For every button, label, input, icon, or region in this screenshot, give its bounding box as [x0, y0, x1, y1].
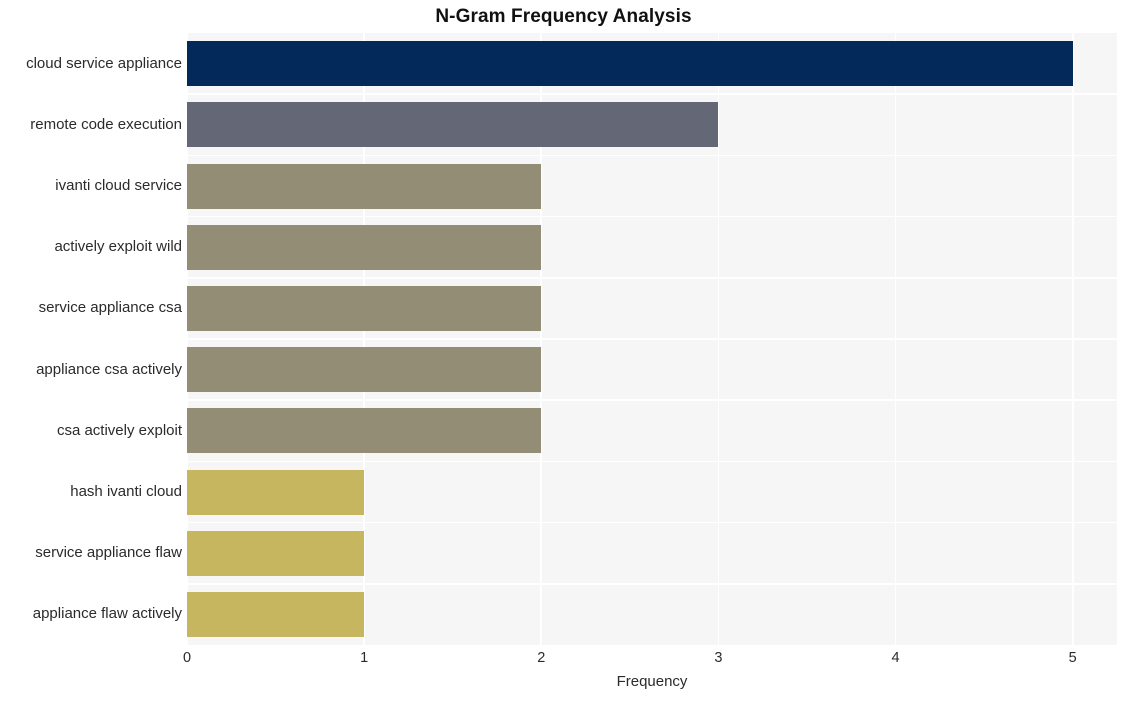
horizontal-gridline: [187, 215, 1117, 218]
y-axis-tick-label: remote code execution: [30, 115, 182, 133]
bar[interactable]: [187, 469, 365, 515]
horizontal-gridline: [187, 338, 1117, 340]
horizontal-gridline: [187, 154, 1117, 157]
horizontal-gridline: [187, 521, 1117, 524]
bar[interactable]: [187, 163, 542, 209]
horizontal-gridline: [187, 399, 1117, 401]
x-axis-tick-label: 0: [182, 650, 192, 666]
bar[interactable]: [187, 530, 365, 576]
x-axis-tick-label: 1: [360, 650, 369, 666]
bar[interactable]: [187, 591, 365, 637]
y-axis-tick-label: csa actively exploit: [56, 421, 182, 439]
horizontal-gridline: [187, 583, 1117, 585]
horizontal-gridline: [187, 93, 1117, 95]
bar[interactable]: [187, 102, 719, 148]
horizontal-gridline: [187, 460, 1117, 463]
bar[interactable]: [187, 41, 1073, 87]
vertical-gridline: [1071, 33, 1074, 645]
y-axis-tick-label: ivanti cloud service: [55, 177, 182, 194]
y-axis-tick-label: actively exploit wild: [54, 238, 182, 256]
vertical-gridline: [894, 33, 897, 645]
y-axis-tick-label: appliance csa actively: [36, 360, 182, 378]
y-axis-tick-label: cloud service appliance: [26, 54, 182, 72]
bar[interactable]: [187, 347, 542, 393]
ngram-frequency-chart: N-Gram Frequency Analysis cloud service …: [0, 0, 1127, 701]
bar[interactable]: [187, 285, 542, 331]
x-axis-tick-label: 4: [891, 650, 900, 666]
x-axis-tick-label: 3: [714, 650, 723, 666]
y-axis-tick-label: hash ivanti cloud: [70, 483, 182, 500]
horizontal-gridline: [187, 277, 1117, 279]
x-axis-title: Frequency: [616, 673, 688, 690]
y-axis-tick-label: service appliance csa: [38, 299, 182, 317]
y-axis-tick-label: appliance flaw actively: [32, 605, 182, 623]
chart-title: N-Gram Frequency Analysis: [435, 6, 692, 27]
plot-area: [187, 33, 1117, 645]
x-axis-tick-label: 2: [537, 650, 546, 666]
bar[interactable]: [187, 224, 542, 270]
y-axis-tick-label: service appliance flaw: [35, 544, 182, 562]
x-axis-tick-label: 5: [1068, 650, 1077, 666]
bar[interactable]: [187, 408, 542, 454]
